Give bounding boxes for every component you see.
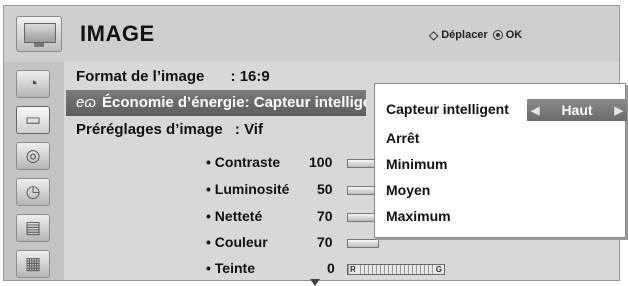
hint-ok-label: OK (505, 29, 523, 41)
clock-icon: ◷ (25, 182, 41, 201)
picture-mode-item[interactable]: Préréglages d’image : Vif (76, 121, 263, 138)
tint-value: 0 (327, 260, 335, 276)
sidebar-item-time[interactable]: ◷ (16, 178, 50, 206)
brightness-value: 50 (317, 181, 333, 197)
tint-green-label: G (434, 265, 443, 274)
sharpness-value: 70 (317, 208, 333, 224)
category-sidebar: ◔ ▭ ◎ ◷ ▤ ▦ (4, 62, 64, 280)
ok-button-icon (492, 30, 503, 40)
sidebar-item-setup[interactable]: ◔ (16, 70, 50, 98)
energy-level-selector[interactable]: ◀ Haut ▶ (527, 99, 627, 121)
contrast-value: 100 (309, 154, 333, 170)
aspect-ratio-item[interactable]: Format de l’image : 16:9 (76, 68, 270, 85)
tint-red-label: R (349, 265, 357, 274)
popup-option[interactable]: Maximum (386, 208, 451, 224)
move-arrows-icon: ◇ (429, 28, 439, 42)
popup-option[interactable]: Moyen (386, 182, 430, 198)
color-label[interactable]: • Couleur (206, 234, 268, 250)
energy-level-value: Haut (561, 102, 593, 118)
tint-label[interactable]: • Teinte (206, 260, 255, 276)
tv-picture-icon: ▭ (24, 110, 42, 129)
sidebar-item-audio[interactable]: ◎ (16, 142, 50, 170)
scroll-down-icon[interactable] (310, 279, 320, 286)
satellite-dish-icon: ◔ (27, 74, 39, 93)
menu-title: IMAGE (80, 21, 155, 46)
contrast-label[interactable]: • Contraste (206, 154, 280, 170)
sidebar-item-picture[interactable]: ▭ (16, 106, 50, 134)
aspect-ratio-label: Format de l’image (76, 68, 205, 85)
popup-option[interactable]: Minimum (386, 156, 447, 172)
tv-icon (16, 16, 62, 52)
color-slider[interactable] (347, 239, 379, 248)
picture-mode-label: Préréglages d’image (76, 121, 223, 138)
tv-osd-screen: IMAGE ◇ Déplacer OK ◔ ▭ ◎ ◷ ▤ ▦ Format d… (0, 0, 628, 286)
tint-slider[interactable]: R G (347, 264, 445, 275)
energy-saving-popup: Capteur intelligent ◀ Haut ▶ Arrêt Minim… (374, 83, 627, 238)
sharpness-label[interactable]: • Netteté (206, 208, 262, 224)
navigation-hint: ◇ Déplacer OK (429, 28, 522, 42)
hint-move-label: Déplacer (441, 29, 488, 41)
eco-leaf-icon: eɷ (76, 94, 97, 111)
popup-option[interactable]: Arrêt (386, 130, 419, 146)
sidebar-item-option[interactable]: ▤ (16, 214, 50, 242)
aspect-ratio-value: : 16:9 (230, 68, 270, 85)
sidebar-item-media[interactable]: ▦ (16, 250, 50, 278)
color-value: 70 (317, 234, 333, 250)
menu-header: IMAGE ◇ Déplacer OK (4, 6, 619, 62)
clapperboard-icon: ▦ (24, 254, 42, 273)
energy-saving-label: Économie d’énergie: Capteur intelligent (102, 94, 366, 111)
brightness-label[interactable]: • Luminosité (206, 181, 289, 197)
energy-saving-item[interactable]: eɷ Économie d’énergie: Capteur intelligen… (66, 90, 366, 116)
popup-selected-label: Capteur intelligent (386, 101, 509, 117)
options-icon: ▤ (24, 218, 42, 237)
picture-mode-value: : Vif (234, 121, 263, 138)
speaker-icon: ◎ (25, 146, 41, 165)
arrow-right-icon[interactable]: ▶ (615, 104, 623, 117)
arrow-left-icon[interactable]: ◀ (531, 104, 539, 117)
